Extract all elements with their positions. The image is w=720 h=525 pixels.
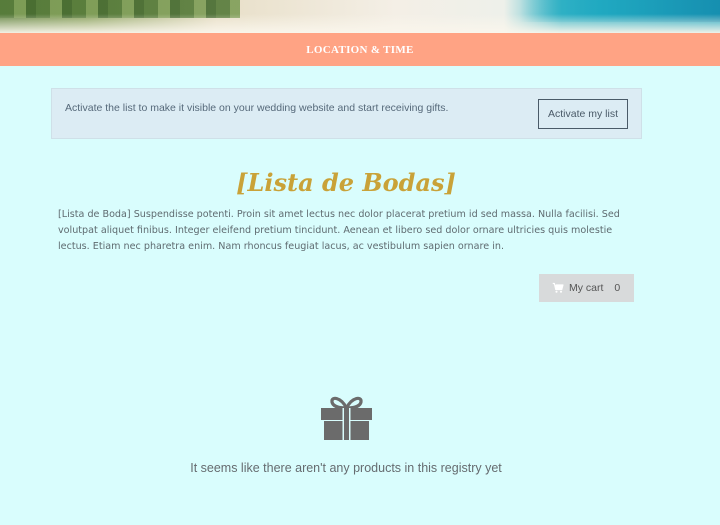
hero-banner-image [0,0,720,33]
gift-icon [321,396,372,440]
empty-registry-message: It seems like there aren't any products … [190,461,502,475]
hero-sand [0,14,720,33]
cart-count: 0 [614,282,621,294]
cart-label: My cart [569,282,604,294]
nav-bar: LOCATION & TIME [0,33,720,66]
registry-description: [Lista de Boda] Suspendisse potenti. Pro… [58,209,620,252]
activate-list-button[interactable]: Activate my list [538,99,628,129]
my-cart-button[interactable]: My cart 0 [539,274,634,302]
cart-icon [552,282,564,293]
activate-notice: Activate the list to make it visible on … [51,88,642,139]
nav-link-location-time[interactable]: LOCATION & TIME [306,44,413,56]
registry-title: [Lista de Bodas] [236,168,456,197]
activate-notice-text: Activate the list to make it visible on … [65,102,449,114]
